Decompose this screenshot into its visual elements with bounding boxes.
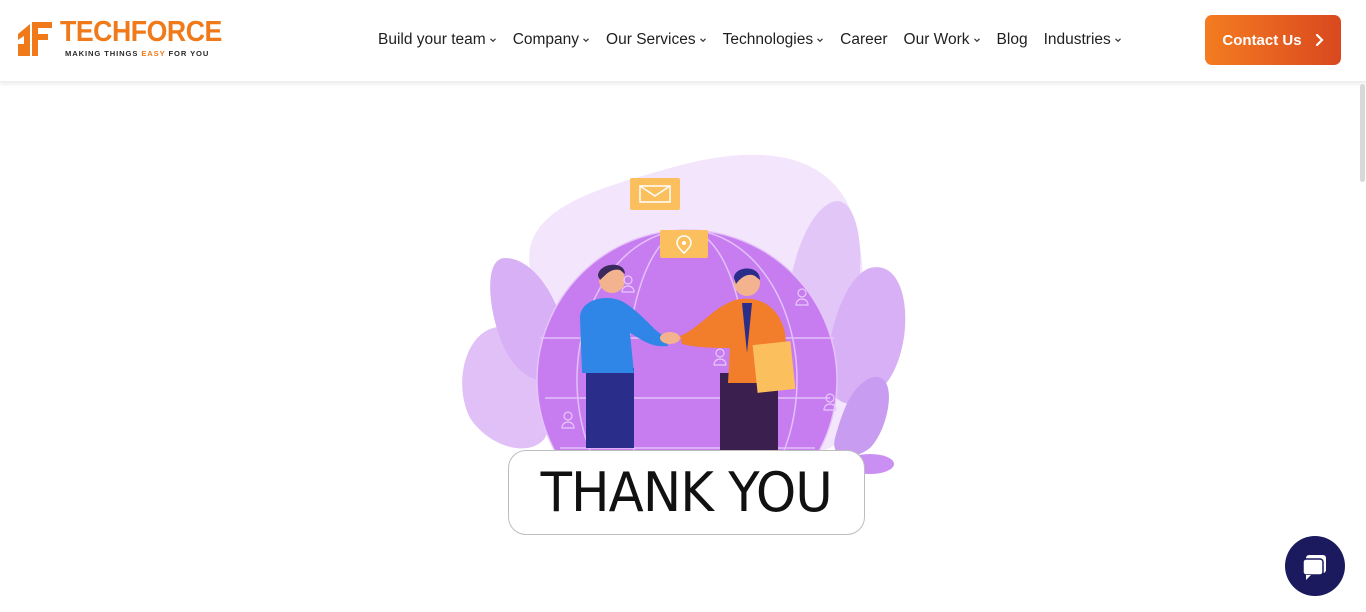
- nav-item-career[interactable]: Career: [840, 31, 887, 49]
- nav-item-label: Technologies: [722, 31, 814, 48]
- chat-bubble-icon: [1302, 555, 1326, 580]
- nav-item-label: Our Services: [606, 31, 696, 48]
- page-scrollbar[interactable]: [1360, 84, 1365, 182]
- nav-item-build-your-team[interactable]: Build your team: [378, 31, 497, 49]
- nav-item-company[interactable]: Company: [513, 31, 590, 49]
- nav-item-label: Build your team: [378, 31, 486, 48]
- nav-item-our-work[interactable]: Our Work: [904, 31, 981, 49]
- nav-item-label: Career: [840, 31, 888, 48]
- map-pin-icon: [660, 230, 708, 258]
- nav-item-label: Company: [512, 31, 580, 48]
- handshake-illustration: [462, 154, 906, 478]
- contact-us-button[interactable]: Contact Us: [1205, 15, 1341, 65]
- brand-wordmark: TECHFORCE: [60, 16, 222, 48]
- nav-item-our-services[interactable]: Our Services: [606, 31, 707, 49]
- nav-item-label: Industries: [1043, 31, 1111, 48]
- main-nav: Build your team Company Our Services Tec…: [378, 30, 1138, 50]
- nav-item-label: Our Work: [903, 31, 970, 48]
- chevron-down-icon: [489, 38, 496, 43]
- chevron-down-icon: [699, 38, 706, 43]
- nav-item-technologies[interactable]: Technologies: [723, 31, 824, 49]
- chevron-down-icon: [817, 38, 824, 43]
- nav-item-industries[interactable]: Industries: [1044, 31, 1122, 49]
- chevron-down-icon: [583, 38, 589, 43]
- nav-item-blog[interactable]: Blog: [997, 31, 1028, 49]
- chat-launcher-button[interactable]: [1285, 536, 1345, 596]
- logo-mark-icon: [18, 22, 52, 56]
- thank-you-banner: THANK YOU: [508, 450, 865, 535]
- brand-tagline: MAKING THINGS EASY FOR YOU: [65, 49, 210, 58]
- brand-logo[interactable]: TECHFORCE MAKING THINGS EASY FOR YOU: [16, 16, 222, 60]
- site-header: TECHFORCE MAKING THINGS EASY FOR YOU Bui…: [0, 0, 1366, 82]
- contact-us-label: Contact Us: [1222, 31, 1302, 49]
- chevron-down-icon: [973, 38, 980, 43]
- envelope-icon: [630, 178, 680, 210]
- thank-you-heading: THANK YOU: [540, 461, 833, 524]
- nav-item-label: Blog: [996, 31, 1028, 48]
- chevron-down-icon: [1114, 38, 1121, 43]
- chevron-right-icon: [1315, 33, 1324, 47]
